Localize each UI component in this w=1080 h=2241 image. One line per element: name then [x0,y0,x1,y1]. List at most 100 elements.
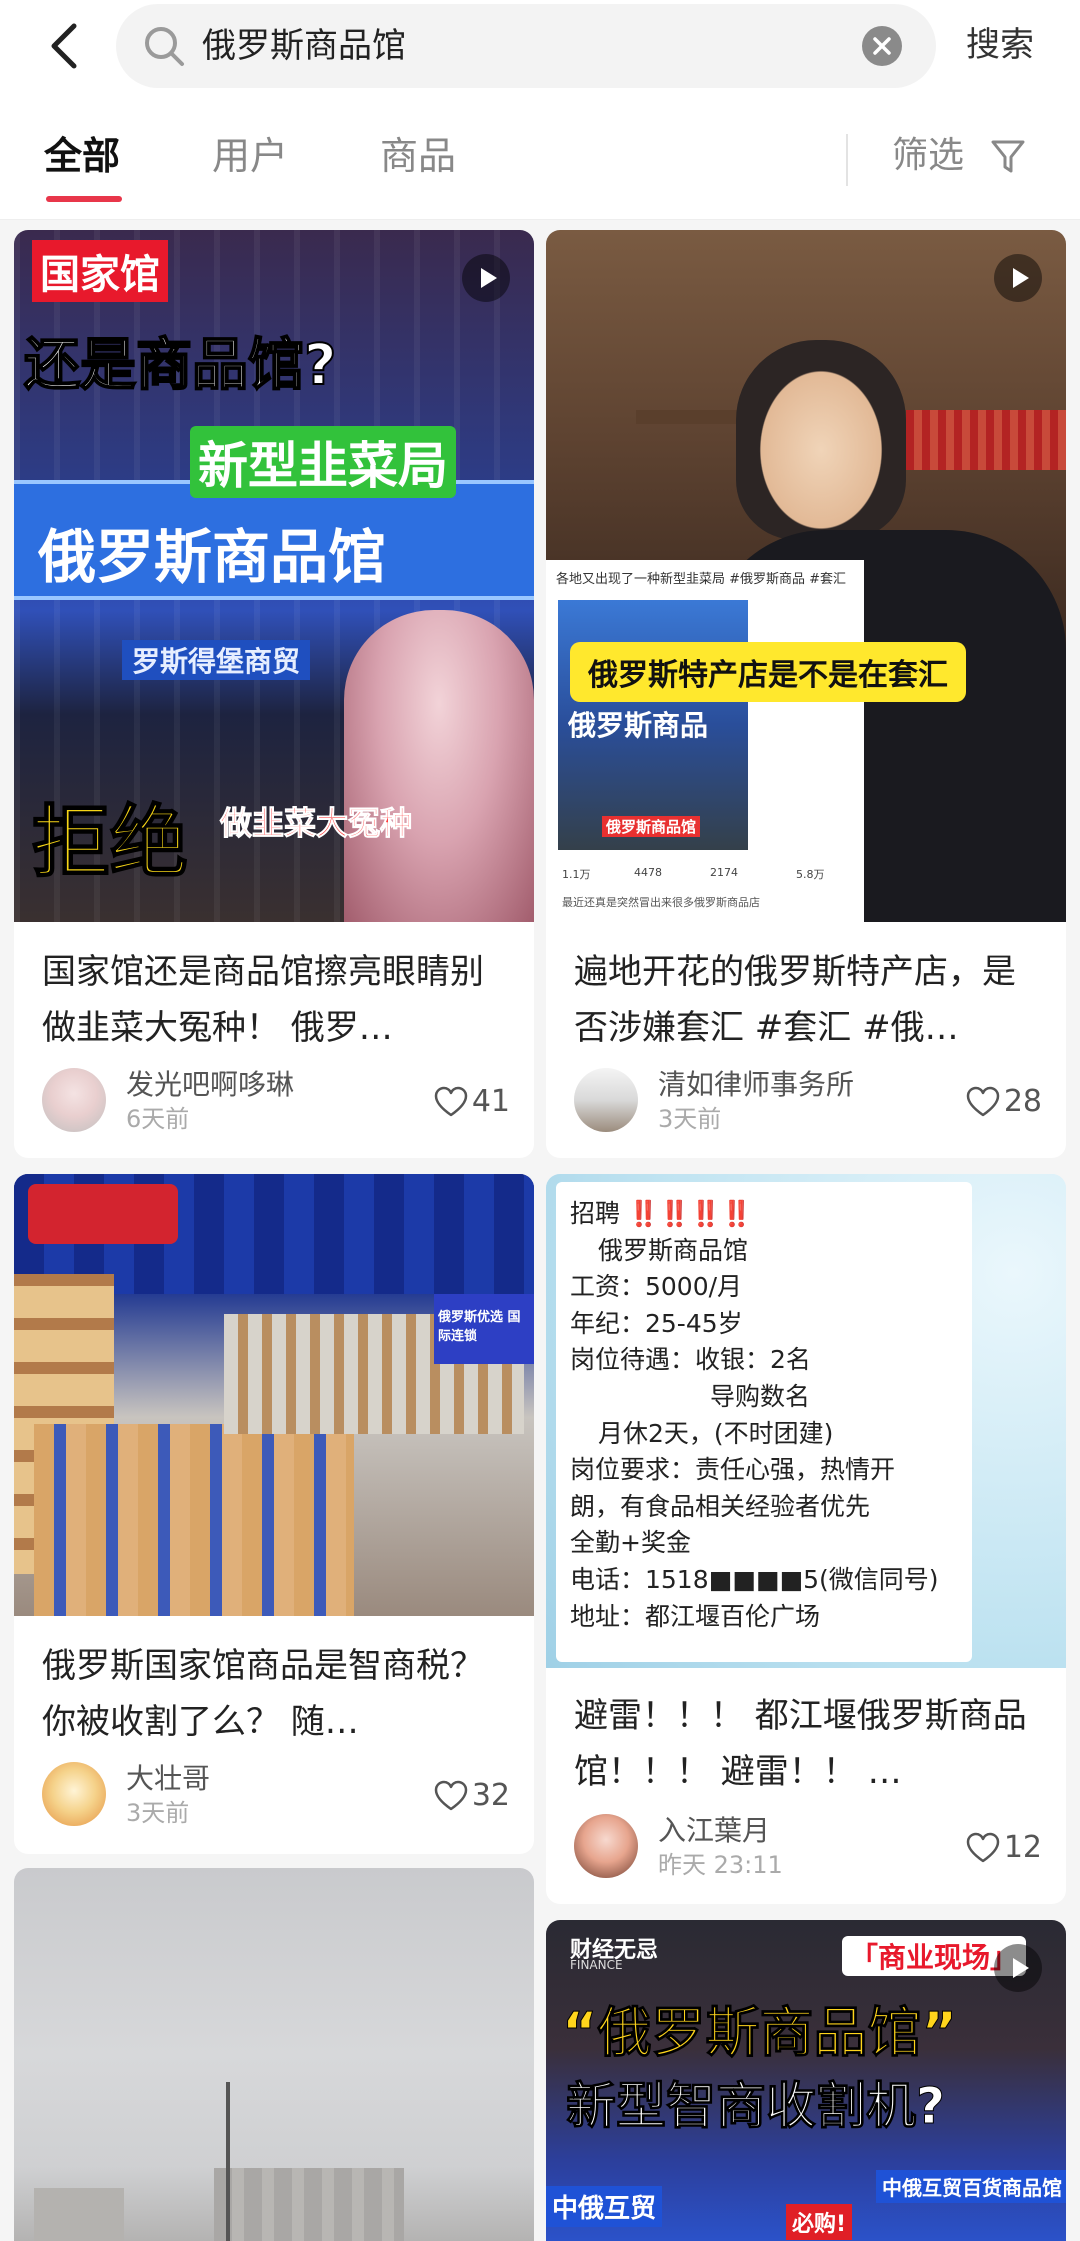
overlay-store: 中俄互贸 [546,2186,663,2227]
notice-line: 月休2天，(不时团建) [598,1418,834,1448]
author-name[interactable]: 发光吧啊哆琳 [126,1068,294,1102]
post-thumbnail[interactable]: 招聘 ‼️‼️‼️‼️ 俄罗斯商品馆 工资：5000/月 年纪：25-45岁 岗… [546,1174,1066,1668]
notice-paper: 招聘 ‼️‼️‼️‼️ 俄罗斯商品馆 工资：5000/月 年纪：25-45岁 岗… [556,1182,972,1662]
author-avatar[interactable] [42,1068,106,1132]
author-avatar[interactable] [574,1068,638,1132]
overlay-refuse-sub: 做韭菜大冤种 [219,804,413,843]
overlay-store-sub: 罗斯得堡商贸 [122,640,311,680]
author-avatar[interactable] [42,1762,106,1826]
post-card[interactable] [14,1868,534,2241]
lawyer-photo [736,340,906,540]
author-name[interactable]: 大壮哥 [126,1762,210,1796]
post-title[interactable]: 避雷！！！ 都江堰俄罗斯商品馆！！！ 避雷！！ … [574,1688,1042,1800]
inset-comment: 最近还真是突然冒出来很多俄罗斯商品店 [562,896,760,909]
post-card[interactable]: 招聘 ‼️‼️‼️‼️ 俄罗斯商品馆 工资：5000/月 年纪：25-45岁 岗… [546,1174,1066,1904]
overlay-headline-1: “俄罗斯商品馆” [562,2001,958,2065]
tab-bar: 全部 用户 商品 筛选 [0,92,1080,220]
overlay-headline-2: 新型智商收割机? [565,2077,946,2136]
street-lamp [226,2082,230,2241]
post-time: 昨天 23:11 [658,1851,783,1879]
store-logo-board [28,1184,178,1244]
books [906,410,1066,470]
notice-line: 岗位要求：责任心强，热情开 [570,1455,896,1485]
inset-stat-comments: 4478 [634,866,662,879]
tab-products[interactable]: 商品 [380,134,456,178]
video-play-icon [462,254,510,302]
post-time: 6天前 [126,1105,190,1133]
overlay-headline: 还是商品馆? [23,332,337,399]
notice-line: 朗，有食品相关经验者优先 [570,1491,871,1521]
post-thumbnail[interactable] [14,1868,534,2241]
like-count: 12 [1003,1830,1042,1865]
author-name[interactable]: 入江葉月 [658,1814,770,1848]
inset-store-photo: 俄罗斯商品 俄罗斯商品馆 [558,600,748,850]
inset-store-sign: 俄罗斯商品 [568,709,709,742]
post-card[interactable]: 各地又出现了一种新型韭菜局 #俄罗斯商品 #套汇 俄罗斯商品 俄罗斯商品馆 1.… [546,230,1066,1158]
like-heart-icon[interactable] [434,1086,468,1118]
overlay-caption: 俄罗斯特产店是不是在套汇 [570,642,966,702]
post-card[interactable]: 俄罗斯优选 国际连锁 俄罗斯国家馆商品是智商税？你被收割了么？ 随… 大壮哥 3… [14,1174,534,1854]
city-buildings-left [34,2188,124,2241]
inset-stat-stars: 2174 [710,866,738,879]
search-icon [145,27,184,66]
post-thumbnail[interactable]: 各地又出现了一种新型韭菜局 #俄罗斯商品 #套汇 俄罗斯商品 俄罗斯商品馆 1.… [546,230,1066,922]
overlay-store-3: 中俄互贸百货商品馆 [876,2170,1066,2203]
like-count: 32 [471,1778,510,1813]
inset-note: 各地又出现了一种新型韭菜局 #俄罗斯商品 #套汇 [556,572,847,587]
notice-line: 导购数名 [710,1381,811,1411]
inset-stat-shares: 5.8万 [796,868,825,881]
city-buildings [214,2168,404,2241]
tab-users[interactable]: 用户 [212,134,288,178]
inset-tag: 俄罗斯商品馆 [602,816,701,837]
video-play-icon [994,1944,1042,1992]
search-bar[interactable]: 俄罗斯商品馆 [116,4,936,88]
like-heart-icon[interactable] [966,1832,1000,1864]
post-thumbnail[interactable]: 国家馆 还是商品馆? 新型韭菜局 俄罗斯商品馆 罗斯得堡商贸 拒绝 做韭菜大冤种 [14,230,534,922]
author-avatar[interactable] [574,1814,638,1878]
post-title[interactable]: 遍地开花的俄罗斯特产店，是否涉嫌套汇 #套汇 #俄… [574,944,1042,1056]
search-input[interactable]: 俄罗斯商品馆 [202,24,406,68]
search-button[interactable]: 搜索 [966,22,1034,68]
notice-line: 年纪：25-45岁 [570,1308,743,1338]
product-display [34,1424,354,1616]
overlay-store-2: 必购! [786,2204,853,2240]
filter-funnel-icon[interactable] [990,138,1026,176]
overlay-tag: 国家馆 [32,240,168,302]
active-tab-indicator [46,196,122,202]
post-thumbnail[interactable]: 俄罗斯优选 国际连锁 [14,1174,534,1616]
post-thumbnail[interactable]: 财经无忌 FINANCE 「商业现场」 “俄罗斯商品馆” 新型智商收割机? 中俄… [546,1920,1066,2241]
like-heart-icon[interactable] [434,1780,468,1812]
post-title[interactable]: 国家馆还是商品馆擦亮眼睛别做韭菜大冤种！ 俄罗… [42,944,510,1056]
notice-line: 岗位待遇：收银：2名 [570,1345,811,1375]
filter-button[interactable]: 筛选 [892,134,964,178]
screenshot-inset: 各地又出现了一种新型韭菜局 #俄罗斯商品 #套汇 俄罗斯商品 俄罗斯商品馆 1.… [546,560,864,922]
notice-line: 招聘 ‼️‼️‼️‼️ [570,1199,753,1228]
sign-board: 俄罗斯优选 国际连锁 [434,1294,534,1364]
tab-divider [846,134,848,186]
like-heart-icon[interactable] [966,1086,1000,1118]
person-photo [344,610,534,922]
notice-line: 全勤+奖金 [570,1528,691,1558]
notice-line: 俄罗斯商品馆 [598,1235,749,1265]
like-count: 41 [471,1084,510,1119]
post-card[interactable]: 国家馆 还是商品馆? 新型韭菜局 俄罗斯商品馆 罗斯得堡商贸 拒绝 做韭菜大冤种… [14,230,534,1158]
tab-all[interactable]: 全部 [44,134,120,178]
inset-stat-likes: 1.1万 [562,868,591,881]
overlay-sign: 俄罗斯优选 国际连锁 [438,1310,521,1344]
overlay-refuse: 拒绝 [31,797,189,889]
post-title[interactable]: 俄罗斯国家馆商品是智商税？你被收割了么？ 随… [42,1638,510,1750]
overlay-brand-en: FINANCE [570,1958,623,1972]
overlay-store-name: 俄罗斯商品馆 [38,523,387,591]
video-play-icon [994,254,1042,302]
overlay-banner: 新型韭菜局 [190,426,456,498]
clear-search-icon[interactable] [862,26,902,66]
top-bar: 俄罗斯商品馆 搜索 [0,0,1080,92]
post-time: 3天前 [658,1105,722,1133]
notice-line: 工资：5000/月 [570,1272,743,1302]
post-card[interactable]: 财经无忌 FINANCE 「商业现场」 “俄罗斯商品馆” 新型智商收割机? 中俄… [546,1920,1066,2241]
notice-text: 招聘 ‼️‼️‼️‼️ 俄罗斯商品馆 工资：5000/月 年纪：25-45岁 岗… [570,1196,939,1635]
post-time: 3天前 [126,1799,190,1827]
author-name[interactable]: 清如律师事务所 [658,1068,854,1102]
notice-line: 电话：1518■■■■5(微信同号) [570,1564,939,1594]
back-arrow-icon[interactable] [40,14,100,78]
